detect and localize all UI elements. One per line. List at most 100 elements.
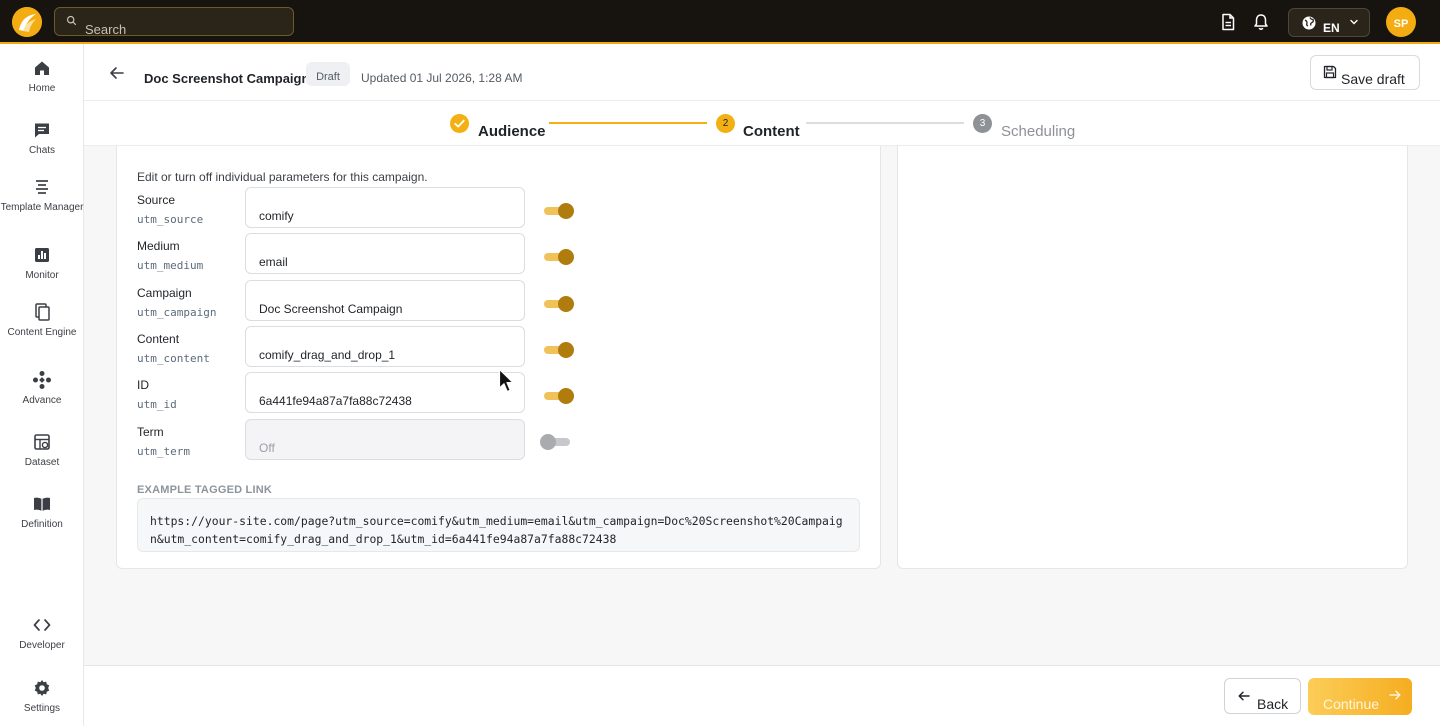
step-audience-check-icon[interactable] <box>450 114 469 133</box>
sidebar-item-advance[interactable]: Advance <box>0 370 84 416</box>
step-audience-label[interactable]: Audience <box>478 123 546 140</box>
step-connector-complete <box>549 122 707 124</box>
sidebar-item-monitor[interactable]: Monitor <box>0 245 84 291</box>
gear-icon <box>34 680 50 696</box>
utm-medium-input[interactable] <box>245 233 525 274</box>
sidebar-item-label: Content Engine <box>7 327 77 338</box>
step-scheduling-number[interactable]: 3 <box>973 114 992 133</box>
chevron-down-icon <box>1350 19 1358 25</box>
sidebar-item-definition[interactable]: Definition <box>0 494 84 540</box>
template-icon <box>36 180 48 194</box>
sidebar-item-label: Developer <box>19 640 65 651</box>
sidebar-item-label: Definition <box>21 519 63 530</box>
param-label: Campaign <box>137 286 192 300</box>
code-icon <box>33 619 51 631</box>
sidebar-item-label: Advance <box>22 395 62 406</box>
check-icon <box>454 119 465 128</box>
utm-campaign-toggle[interactable] <box>542 296 574 312</box>
continue-button[interactable]: Continue <box>1308 678 1412 715</box>
advance-icon <box>33 371 51 389</box>
arrow-right-icon <box>1389 690 1401 700</box>
step-scheduling-label[interactable]: Scheduling <box>1001 123 1075 140</box>
sidebar-item-dataset[interactable]: Dataset <box>0 432 84 478</box>
param-key: utm_id <box>137 398 177 411</box>
document-icon[interactable] <box>1218 12 1238 32</box>
utm-id-input[interactable] <box>245 372 525 413</box>
utm-intro-text: Edit or turn off individual parameters f… <box>137 170 428 184</box>
param-label: Term <box>137 425 164 439</box>
utm-campaign-input[interactable] <box>245 280 525 321</box>
bell-icon[interactable] <box>1251 12 1271 32</box>
step-content-number[interactable]: 2 <box>716 114 735 133</box>
arrow-left-icon <box>1238 691 1250 701</box>
utm-content-toggle[interactable] <box>542 342 574 358</box>
sidebar-item-label: Template Manager <box>0 202 84 213</box>
utm-source-toggle[interactable] <box>542 203 574 219</box>
example-link-label: EXAMPLE TAGGED LINK <box>137 484 272 496</box>
page-header: Doc Screenshot Campaign Draft Updated 01… <box>84 44 1440 101</box>
dataset-icon <box>34 434 50 450</box>
utm-content-input[interactable] <box>245 326 525 367</box>
search-box[interactable] <box>54 7 294 36</box>
utm-parameters-card: Edit or turn off individual parameters f… <box>116 146 881 569</box>
footer-actions: Back Continue <box>84 665 1440 726</box>
utm-term-toggle[interactable] <box>540 434 572 450</box>
utm-row-medium: Medium utm_medium <box>117 233 882 279</box>
user-avatar[interactable]: SP <box>1386 7 1416 37</box>
save-draft-button[interactable]: Save draft <box>1310 55 1420 90</box>
utm-term-input[interactable] <box>245 419 525 460</box>
sidebar-item-developer[interactable]: Developer <box>0 615 84 661</box>
sidebar-item-chats[interactable]: Chats <box>0 120 84 166</box>
step-connector-upcoming <box>806 122 964 124</box>
example-tagged-link: https://your-site.com/page?utm_source=co… <box>137 498 860 552</box>
utm-id-toggle[interactable] <box>542 388 574 404</box>
language-code: EN <box>1323 21 1340 35</box>
back-arrow-icon[interactable] <box>108 64 126 82</box>
param-key: utm_term <box>137 445 190 458</box>
progress-stepper: Audience 2 Content 3 Scheduling <box>84 101 1440 146</box>
sidebar: Home Chats Template Manager Monitor Cont… <box>0 44 84 726</box>
sidebar-item-label: Monitor <box>25 270 59 281</box>
param-key: utm_content <box>137 352 210 365</box>
sidebar-item-content-engine[interactable]: Content Engine <box>0 302 84 350</box>
utm-row-term: Term utm_term <box>117 419 882 465</box>
back-button[interactable]: Back <box>1224 678 1301 714</box>
language-selector[interactable]: EN <box>1288 8 1370 37</box>
search-input[interactable] <box>85 18 285 35</box>
status-badge: Draft <box>306 62 350 86</box>
param-key: utm_medium <box>137 259 204 272</box>
search-icon <box>66 15 77 26</box>
param-key: utm_campaign <box>137 306 217 319</box>
param-label: ID <box>137 378 149 392</box>
param-label: Content <box>137 332 180 346</box>
sidebar-item-label: Dataset <box>24 457 60 468</box>
param-label: Source <box>137 193 176 207</box>
utm-source-input[interactable] <box>245 187 525 228</box>
sidebar-item-label: Home <box>28 83 56 94</box>
continue-button-label: Continue <box>1323 696 1380 712</box>
step-content-label[interactable]: Content <box>743 123 800 140</box>
utm-row-id: ID utm_id <box>117 372 882 418</box>
brand-logo[interactable] <box>12 7 42 37</box>
utm-row-content: Content utm_content <box>117 326 882 372</box>
home-icon <box>35 61 49 75</box>
sidebar-item-settings[interactable]: Settings <box>0 678 84 724</box>
logo-mark-icon <box>12 7 42 37</box>
sidebar-item-template-manager[interactable]: Template Manager <box>0 177 84 225</box>
utm-medium-toggle[interactable] <box>542 249 574 265</box>
top-bar: EN SP <box>0 0 1440 44</box>
utm-row-source: Source utm_source <box>117 187 882 233</box>
preview-card <box>897 146 1408 569</box>
updated-timestamp: Updated 01 Jul 2026, 1:28 AM <box>361 71 523 85</box>
save-icon <box>1323 65 1337 79</box>
chat-icon <box>35 123 49 138</box>
monitor-icon <box>35 248 49 262</box>
param-label: Medium <box>137 239 180 253</box>
back-button-label: Back <box>1257 696 1289 712</box>
sidebar-item-label: Settings <box>23 703 61 714</box>
globe-icon <box>1302 16 1316 30</box>
param-key: utm_source <box>137 213 204 226</box>
page-title: Doc Screenshot Campaign <box>144 71 310 86</box>
sidebar-item-home[interactable]: Home <box>0 58 84 104</box>
utm-row-campaign: Campaign utm_campaign <box>117 280 882 326</box>
